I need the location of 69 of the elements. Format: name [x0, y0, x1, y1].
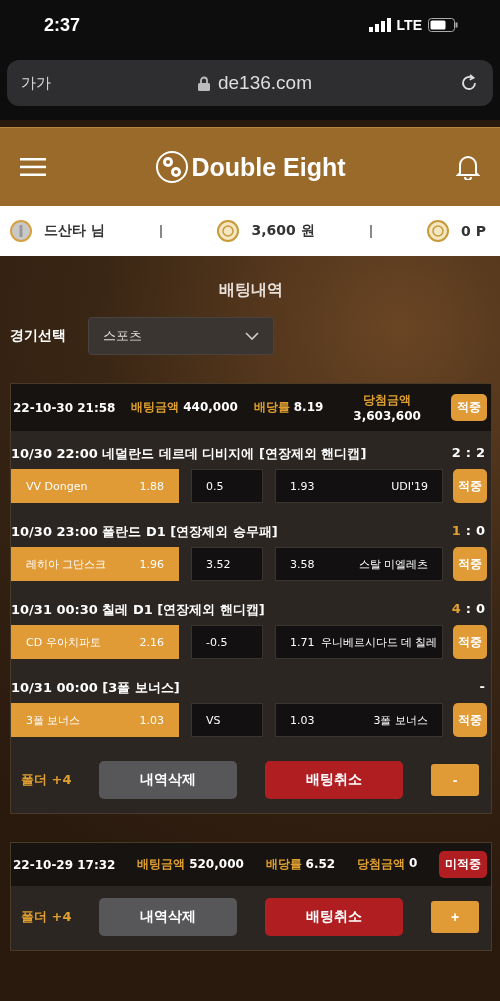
won-coin-icon	[217, 220, 240, 242]
handicap-cell: VS	[191, 703, 263, 737]
odds-option[interactable]: 3.58 스탈 미엘레츠	[275, 547, 443, 581]
logo-icon	[156, 151, 189, 183]
handicap-cell: 3.52	[191, 547, 263, 581]
cancel-bet-button[interactable]: 배팅취소	[265, 898, 404, 936]
clock: 2:37	[44, 14, 81, 36]
site-logo[interactable]: Double Eight	[191, 152, 346, 182]
odds-option[interactable]: 1.71 우니베르시다드 데 칠레	[275, 625, 443, 659]
bell-icon[interactable]	[456, 154, 480, 180]
odds-label: 배당률	[253, 399, 290, 416]
amount-label: 배팅금액	[131, 399, 180, 416]
delete-button[interactable]: 내역삭제	[99, 761, 238, 799]
folder-count: 폴더 +4	[21, 771, 72, 789]
home-score: 1	[451, 523, 461, 540]
point-balance: 0 P	[461, 223, 486, 239]
game-title: 10/31 00:00 [3폴 보너스]	[11, 679, 180, 697]
cancel-bet-button[interactable]: 배팅취소	[265, 761, 404, 799]
avatar-icon	[10, 220, 32, 242]
handicap-cell: -0.5	[191, 625, 263, 659]
home-score: 4	[451, 601, 461, 618]
game-select[interactable]: 스포츠	[88, 317, 274, 355]
page-title: 배팅내역	[218, 280, 284, 301]
win-amount: 0	[408, 856, 418, 872]
bet-date: 22-10-29 17:32	[13, 857, 116, 872]
menu-icon[interactable]	[20, 158, 46, 176]
bet-amount: 520,000	[189, 857, 244, 871]
win-label: 당첨금액	[356, 856, 405, 873]
away-score: 0	[475, 601, 485, 618]
win-amount: 3,603,600	[353, 409, 421, 423]
result-badge: 미적중	[439, 851, 487, 878]
user-name: 드산타 님	[44, 222, 105, 240]
game-title: 10/30 22:00 네덜란드 데르데 디비지에 [연장제외 핸디캡]	[11, 445, 367, 463]
odds-label: 배당률	[265, 856, 302, 873]
game-score: -	[479, 679, 485, 696]
result-badge: 적중	[450, 394, 487, 421]
network-label: LTE	[396, 17, 422, 33]
odds-option[interactable]: 1.93 UDI'19	[275, 469, 443, 503]
delete-button[interactable]: 내역삭제	[99, 898, 238, 936]
result-badge: 적중	[453, 547, 487, 581]
address-bar[interactable]: de136.com	[198, 72, 312, 94]
signal-icon	[368, 18, 391, 32]
handicap-cell: 0.5	[191, 469, 263, 503]
game-title: 10/31 00:30 칠레 D1 [연장제외 핸디캡]	[11, 601, 265, 619]
money-balance: 3,600 원	[251, 222, 315, 240]
result-badge: 적중	[453, 469, 487, 503]
result-badge: 적중	[453, 703, 487, 737]
away-score: 2	[475, 445, 485, 462]
point-coin-icon	[427, 220, 450, 242]
chevron-down-icon	[245, 332, 259, 340]
odds-option[interactable]: 1.03 3폴 보너스	[275, 703, 443, 737]
score-separator: :	[465, 523, 471, 540]
home-score: 2	[451, 445, 461, 462]
reload-icon[interactable]	[459, 73, 479, 93]
score-separator: :	[465, 601, 471, 618]
win-label: 당첨금액	[363, 392, 412, 409]
score-separator: :	[465, 445, 471, 462]
bet-date: 22-10-30 21:58	[13, 400, 116, 415]
text-size-button[interactable]: 가가	[21, 73, 51, 93]
away-score: 0	[475, 523, 485, 540]
bet-odds: 8.19	[293, 400, 324, 414]
folder-count: 폴더 +4	[21, 908, 72, 926]
battery-icon	[428, 18, 458, 32]
bet-odds: 6.52	[305, 857, 336, 871]
bet-amount: 440,000	[183, 400, 238, 414]
amount-label: 배팅금액	[137, 856, 186, 873]
filter-label: 경기선택	[10, 327, 66, 345]
result-badge: 적중	[453, 625, 487, 659]
game-title: 10/30 23:00 폴란드 D1 [연장제외 승무패]	[11, 523, 278, 541]
